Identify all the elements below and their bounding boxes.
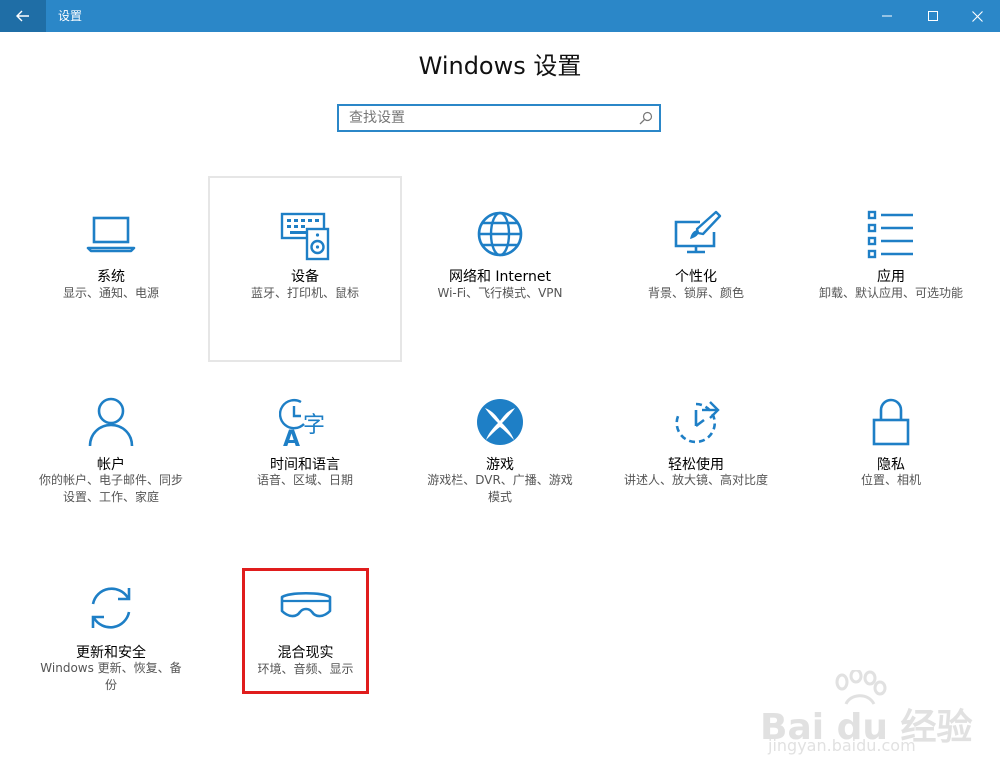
minimize-icon: [882, 15, 892, 17]
watermark-url: jingyan.baidu.com: [768, 736, 916, 755]
tile-apps[interactable]: 应用 卸载、默认应用、可选功能: [794, 176, 988, 362]
search-icon[interactable]: [639, 111, 653, 125]
svg-text:A: A: [283, 427, 300, 448]
paintbrush-monitor-icon: [674, 210, 722, 254]
tile-accounts[interactable]: 帐户 你的帐户、电子邮件、同步 设置、工作、家庭: [14, 366, 208, 552]
tile-desc: Windows 更新、恢复、备: [40, 661, 182, 675]
tile-desc: Wi-Fi、飞行模式、VPN: [437, 286, 563, 300]
tile-desc: 位置、相机: [860, 473, 921, 487]
tile-desc: 环境、音频、显示: [257, 662, 354, 676]
tile-desc: 讲述人、放大镜、高对比度: [623, 473, 768, 487]
sync-arrows-icon: [91, 587, 131, 629]
tile-title: 轻松使用: [668, 457, 724, 473]
tile-personalization[interactable]: 个性化 背景、锁屏、颜色: [599, 176, 793, 362]
page-title: Windows 设置: [418, 52, 582, 80]
tile-time-language[interactable]: A 字 时间和语言 语音、区域、日期: [208, 366, 402, 552]
tile-system[interactable]: 系统 显示、通知、电源: [14, 176, 208, 362]
tile-desc: 你的帐户、电子邮件、同步: [38, 473, 183, 487]
tile-network[interactable]: 网络和 Internet Wi-Fi、飞行模式、VPN: [403, 176, 597, 362]
keyboard-speaker-icon: [280, 212, 330, 261]
tile-title: 网络和 Internet: [448, 269, 552, 285]
search-box[interactable]: [337, 104, 661, 132]
tile-title: 混合现实: [277, 645, 334, 661]
laptop-icon: [86, 216, 136, 253]
svg-text:字: 字: [303, 413, 325, 438]
tile-gaming[interactable]: 游戏 游戏栏、DVR、广播、游戏 模式: [403, 366, 597, 552]
tile-update-security[interactable]: 更新和安全 Windows 更新、恢复、备 份: [14, 556, 208, 742]
window-title: 设置: [58, 9, 83, 23]
tile-desc: 语音、区域、日期: [256, 473, 353, 487]
title-bar: 设置: [0, 0, 1000, 32]
tile-mixed-reality[interactable]: 混合现实 环境、音频、显示: [242, 568, 369, 694]
tile-desc: 卸载、默认应用、可选功能: [818, 286, 963, 300]
tile-desc: 设置、工作、家庭: [62, 490, 159, 504]
baidu-watermark: Bai du 经验 jingyan.baidu.com: [760, 670, 990, 770]
vr-headset-icon: [280, 591, 331, 618]
tile-devices[interactable]: 设备 蓝牙、打印机、鼠标: [208, 176, 402, 362]
ease-of-access-icon: [675, 401, 720, 444]
close-button[interactable]: [954, 0, 1000, 32]
xbox-icon: [477, 399, 523, 445]
tile-desc: 背景、锁屏、颜色: [647, 286, 744, 300]
back-button[interactable]: [0, 0, 46, 32]
lock-icon: [872, 398, 910, 446]
tile-title: 时间和语言: [270, 457, 340, 473]
maximize-button[interactable]: [910, 0, 956, 32]
tile-title: 系统: [97, 269, 125, 285]
minimize-button[interactable]: [864, 0, 910, 32]
tile-title: 应用: [877, 269, 905, 285]
tile-title: 隐私: [877, 457, 905, 473]
tile-privacy[interactable]: 隐私 位置、相机: [794, 366, 988, 552]
tile-desc: 游戏栏、DVR、广播、游戏: [427, 473, 573, 487]
maximize-icon: [928, 11, 938, 21]
clock-language-icon: A 字: [279, 398, 325, 448]
tile-desc: 显示、通知、电源: [62, 286, 159, 300]
back-arrow-icon: [16, 10, 29, 22]
tile-desc: 份: [104, 678, 117, 692]
tile-title: 设备: [291, 269, 319, 285]
search-input[interactable]: [339, 106, 629, 130]
close-icon: [971, 10, 983, 22]
app-list-icon: [867, 210, 913, 259]
globe-icon: [477, 211, 523, 257]
tile-title: 更新和安全: [76, 645, 146, 661]
tile-title: 帐户: [97, 457, 125, 473]
tile-title: 个性化: [675, 269, 717, 285]
tile-ease-of-access[interactable]: 轻松使用 讲述人、放大镜、高对比度: [599, 366, 793, 552]
person-icon: [88, 397, 134, 447]
tile-desc: 模式: [487, 490, 512, 504]
tile-desc: 蓝牙、打印机、鼠标: [250, 286, 359, 300]
tile-title: 游戏: [486, 457, 514, 473]
